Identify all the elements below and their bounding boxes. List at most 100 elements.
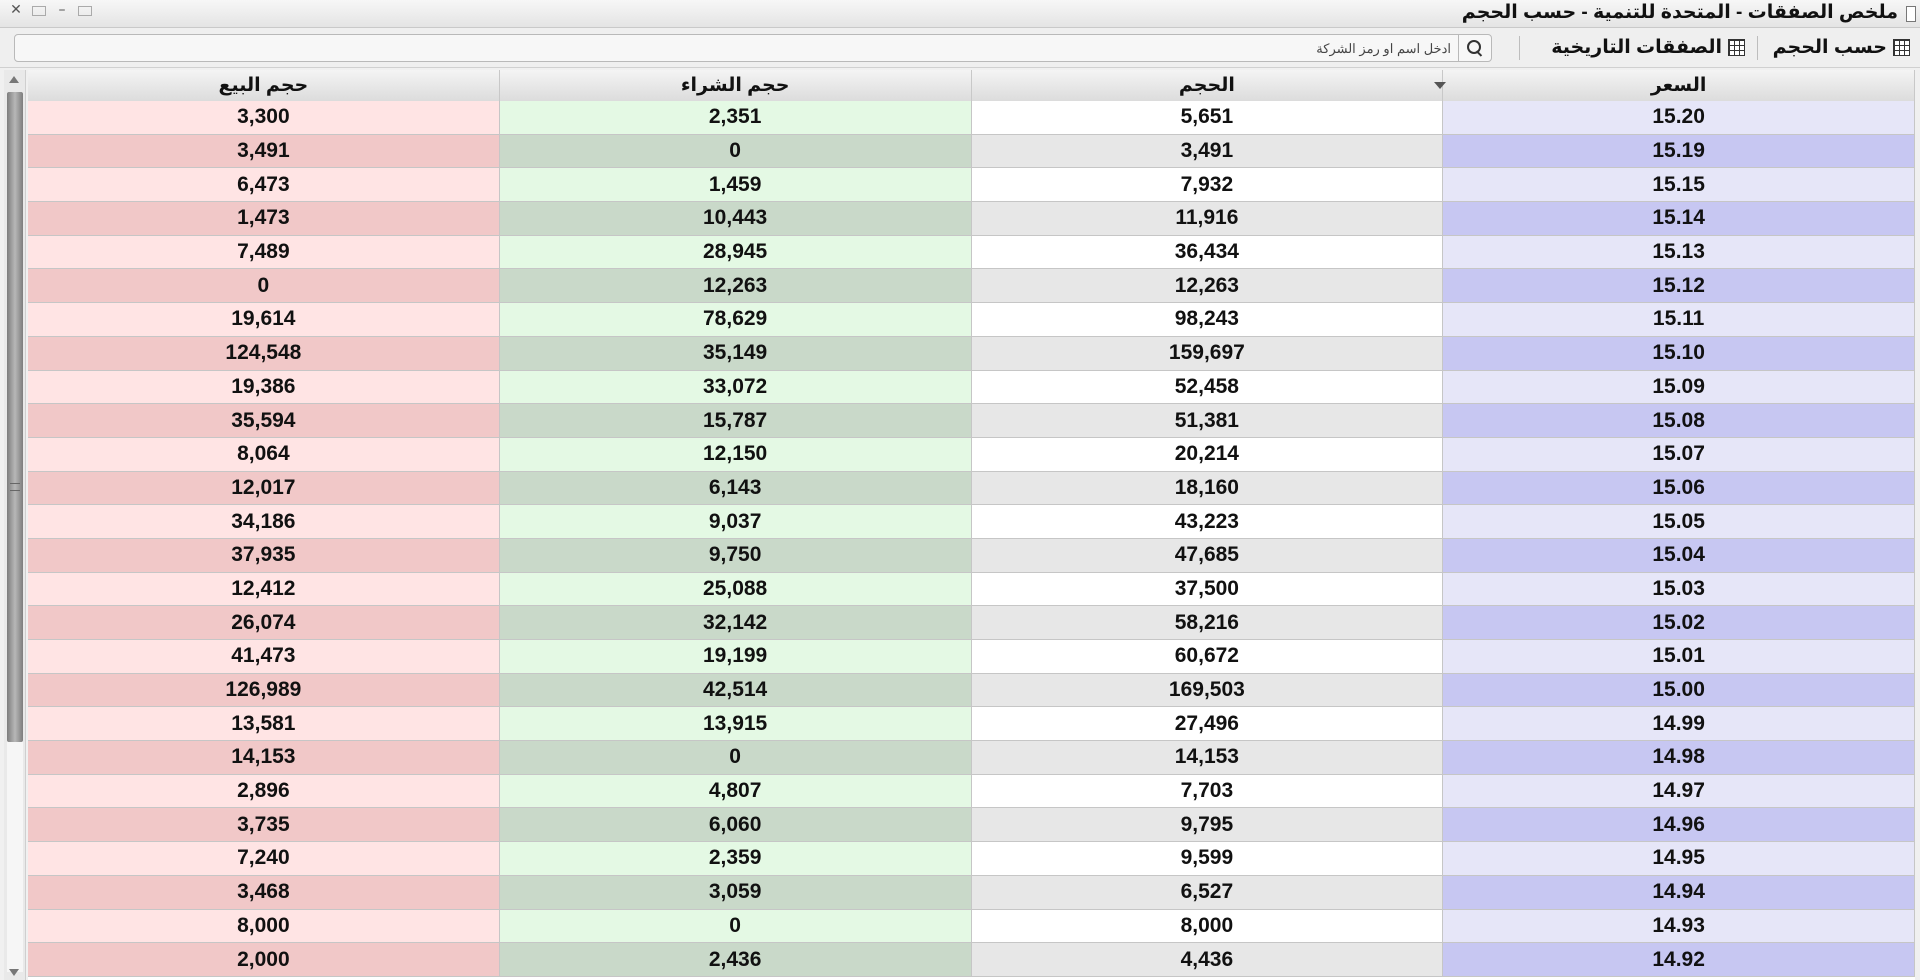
volume-cell: 58,216 xyxy=(971,606,1444,640)
header-buy-volume[interactable]: حجم الشراء xyxy=(500,70,972,101)
table-row[interactable]: 1,473 10,443 11,916 15.14 xyxy=(28,202,1915,236)
table-row[interactable]: 126,989 42,514 169,503 15.00 xyxy=(28,673,1915,708)
volume-cell: 51,381 xyxy=(971,404,1444,438)
table-row[interactable]: 34,186 9,037 43,223 15.05 xyxy=(28,505,1915,539)
volume-cell: 9,795 xyxy=(971,808,1444,843)
table-row[interactable]: 8,000 0 8,000 14.93 xyxy=(28,909,1915,944)
price-cell: 15.19 xyxy=(1443,134,1915,169)
table-row[interactable]: 12,017 6,143 18,160 15.06 xyxy=(28,471,1915,506)
table-row[interactable]: 6,473 1,459 7,932 15.15 xyxy=(28,168,1915,203)
by-volume-button[interactable]: حسب الحجم xyxy=(1773,34,1910,60)
historical-trades-button[interactable]: الصفقات التاريخية xyxy=(1551,34,1745,60)
table-row[interactable]: 12,412 25,088 37,500 15.03 xyxy=(28,572,1915,607)
buy-volume-cell: 9,750 xyxy=(499,538,972,573)
price-cell: 15.03 xyxy=(1443,572,1915,607)
title-bar: ✕ – ملخص الصفقات - المتحدة للتنمية - حسب… xyxy=(0,0,1920,28)
volume-cell: 98,243 xyxy=(971,303,1444,337)
price-cell: 15.08 xyxy=(1443,404,1915,438)
toolbar-separator xyxy=(1757,36,1758,60)
table-row[interactable]: 3,491 0 3,491 15.19 xyxy=(28,134,1915,169)
table-row[interactable]: 13,581 13,915 27,496 14.99 xyxy=(28,707,1915,742)
volume-cell: 60,672 xyxy=(971,640,1444,674)
table-row[interactable]: 2,000 2,436 4,436 14.92 xyxy=(28,943,1915,977)
window-controls: ✕ – xyxy=(6,0,92,20)
sell-volume-cell: 8,064 xyxy=(28,437,500,472)
search-icon xyxy=(1467,40,1483,57)
table-row[interactable]: 41,473 19,199 60,672 15.01 xyxy=(28,640,1915,674)
toolbar: حسب الحجم الصفقات التاريخية xyxy=(0,28,1920,68)
scroll-down-icon[interactable] xyxy=(9,969,19,976)
sell-volume-cell: 19,614 xyxy=(28,303,500,337)
volume-cell: 169,503 xyxy=(971,673,1444,708)
sell-volume-cell: 7,489 xyxy=(28,235,500,270)
sell-volume-cell: 12,017 xyxy=(28,471,500,506)
table-row[interactable]: 7,489 28,945 36,434 15.13 xyxy=(28,235,1915,270)
maximize-icon[interactable] xyxy=(78,6,92,16)
sell-volume-cell: 1,473 xyxy=(28,202,500,236)
sell-volume-cell: 19,386 xyxy=(28,370,500,405)
historical-trades-label: الصفقات التاريخية xyxy=(1551,36,1722,58)
price-cell: 14.98 xyxy=(1443,741,1915,775)
table-row[interactable]: 3,468 3,059 6,527 14.94 xyxy=(28,875,1915,910)
minimize-icon[interactable]: – xyxy=(52,2,72,18)
search-button[interactable] xyxy=(1458,35,1491,61)
search-input[interactable] xyxy=(15,35,1457,61)
volume-cell: 43,223 xyxy=(971,505,1444,539)
price-cell: 15.10 xyxy=(1443,336,1915,371)
price-cell: 15.11 xyxy=(1443,303,1915,337)
sell-volume-cell: 13,581 xyxy=(28,707,500,742)
buy-volume-cell: 10,443 xyxy=(499,202,972,236)
table-row[interactable]: 26,074 32,142 58,216 15.02 xyxy=(28,606,1915,640)
sell-volume-cell: 3,300 xyxy=(28,101,500,135)
price-cell: 15.00 xyxy=(1443,673,1915,708)
buy-volume-cell: 15,787 xyxy=(499,404,972,438)
table-body: 3,300 2,351 5,651 15.20 3,491 0 3,491 15.19 6,47… xyxy=(28,101,1915,977)
table-row[interactable]: 8,064 12,150 20,214 15.07 xyxy=(28,437,1915,472)
header-price[interactable]: السعر xyxy=(1443,70,1915,101)
sell-volume-cell: 3,735 xyxy=(28,808,500,843)
volume-cell: 3,491 xyxy=(971,134,1444,169)
table-row[interactable]: 19,386 33,072 52,458 15.09 xyxy=(28,370,1915,405)
header-volume-label: الحجم xyxy=(1178,75,1235,96)
table-row[interactable]: 37,935 9,750 47,685 15.04 xyxy=(28,538,1915,573)
scroll-up-icon[interactable] xyxy=(9,76,19,83)
price-cell: 15.05 xyxy=(1443,505,1915,539)
grid-icon xyxy=(1728,38,1745,56)
price-cell: 14.97 xyxy=(1443,774,1915,809)
header-volume[interactable]: الحجم xyxy=(972,70,1447,101)
volume-cell: 47,685 xyxy=(971,538,1444,573)
buy-volume-cell: 4,807 xyxy=(499,774,972,809)
buy-volume-cell: 35,149 xyxy=(499,336,972,371)
restore-icon[interactable] xyxy=(32,6,46,16)
buy-volume-cell: 25,088 xyxy=(499,572,972,607)
close-icon[interactable]: ✕ xyxy=(6,2,26,18)
buy-volume-cell: 1,459 xyxy=(499,168,972,203)
vertical-scrollbar[interactable] xyxy=(4,70,26,980)
buy-volume-cell: 12,263 xyxy=(499,269,972,304)
table-row[interactable]: 3,735 6,060 9,795 14.96 xyxy=(28,808,1915,843)
header-price-label: السعر xyxy=(1650,75,1707,96)
table-row[interactable]: 35,594 15,787 51,381 15.08 xyxy=(28,404,1915,438)
table-row[interactable]: 19,614 78,629 98,243 15.11 xyxy=(28,303,1915,337)
price-cell: 15.13 xyxy=(1443,235,1915,270)
volume-cell: 7,932 xyxy=(971,168,1444,203)
header-sell-volume[interactable]: حجم البيع xyxy=(28,70,500,101)
scroll-thumb[interactable] xyxy=(7,92,23,742)
buy-volume-cell: 6,143 xyxy=(499,471,972,506)
volume-cell: 8,000 xyxy=(971,909,1444,944)
table-row[interactable]: 124,548 35,149 159,697 15.10 xyxy=(28,336,1915,371)
volume-cell: 7,703 xyxy=(971,774,1444,809)
buy-volume-cell: 9,037 xyxy=(499,505,972,539)
sell-volume-cell: 41,473 xyxy=(28,640,500,674)
price-cell: 14.95 xyxy=(1443,842,1915,876)
sell-volume-cell: 2,000 xyxy=(28,943,500,977)
sell-volume-cell: 3,491 xyxy=(28,134,500,169)
table-row[interactable]: 2,896 4,807 7,703 14.97 xyxy=(28,774,1915,809)
table-row[interactable]: 14,153 0 14,153 14.98 xyxy=(28,741,1915,775)
price-cell: 15.12 xyxy=(1443,269,1915,304)
sell-volume-cell: 3,468 xyxy=(28,875,500,910)
table-row[interactable]: 3,300 2,351 5,651 15.20 xyxy=(28,101,1915,135)
table-row[interactable]: 7,240 2,359 9,599 14.95 xyxy=(28,842,1915,876)
table-row[interactable]: 0 12,263 12,263 15.12 xyxy=(28,269,1915,304)
sell-volume-cell: 37,935 xyxy=(28,538,500,573)
